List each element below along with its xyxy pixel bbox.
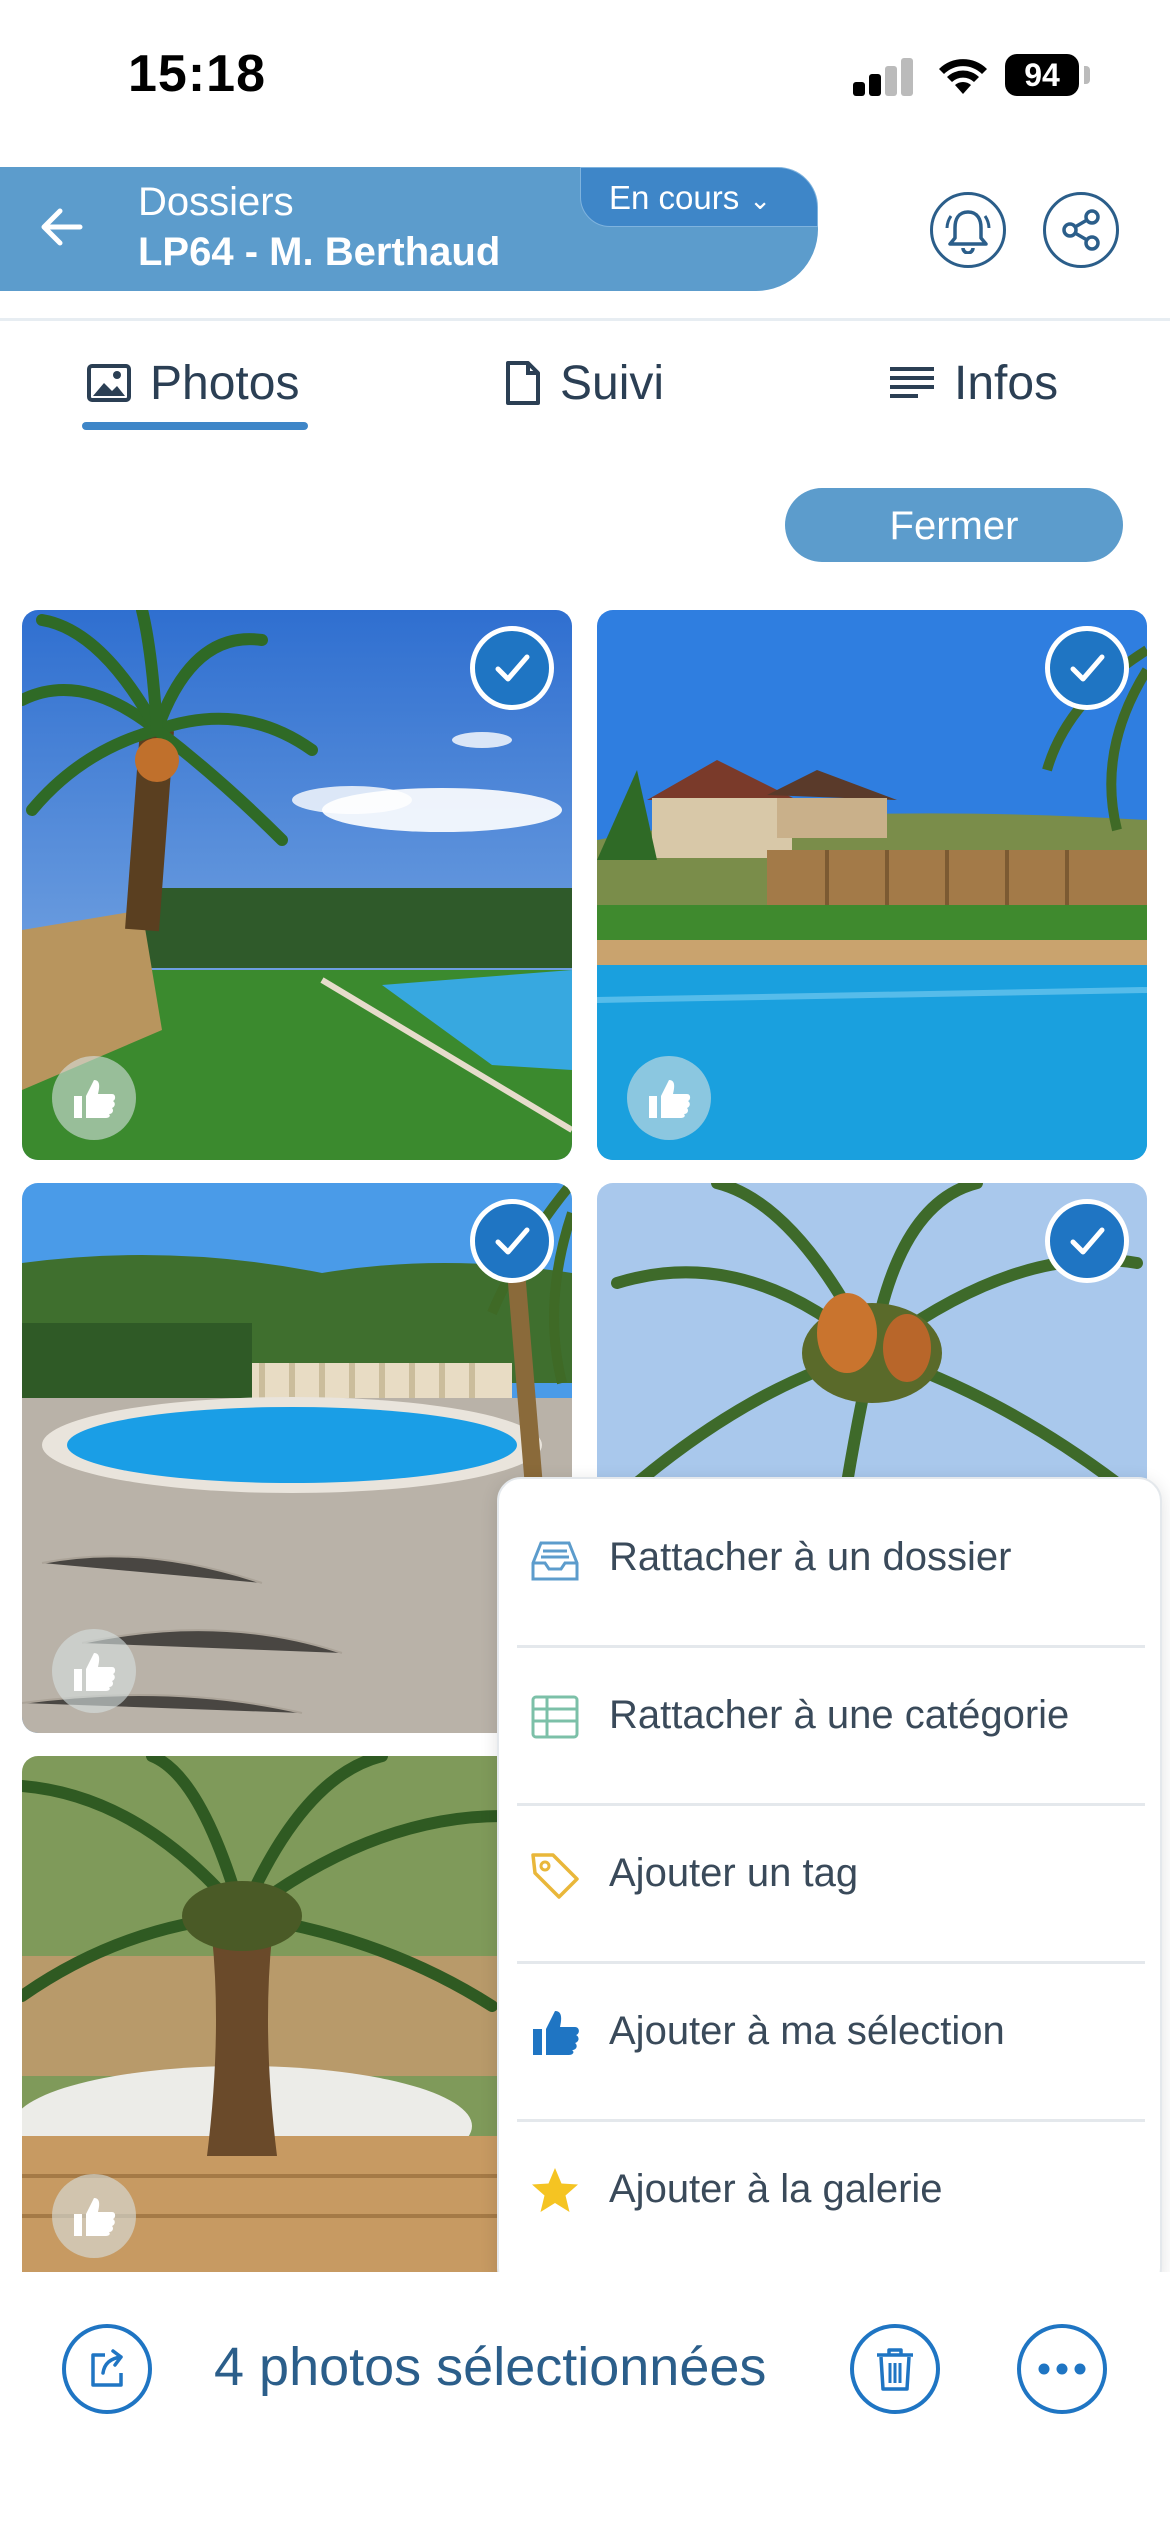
tab-infos[interactable]: Infos — [888, 348, 1058, 418]
wifi-icon — [939, 59, 987, 94]
menu-item-label: Rattacher à une catégorie — [609, 1693, 1070, 1737]
image-icon — [87, 364, 131, 402]
export-icon — [91, 2349, 123, 2387]
actions-menu: Rattacher à un dossier Rattacher à une c… — [497, 1477, 1162, 2292]
menu-item-add-tag[interactable]: Ajouter un tag — [499, 1795, 1164, 1953]
close-selection-button[interactable]: Fermer — [785, 488, 1123, 562]
thumbs-up-icon[interactable] — [52, 1629, 136, 1713]
status-bar: 15:18 94 — [0, 0, 1170, 150]
table-icon — [531, 1695, 579, 1739]
share-button[interactable] — [1043, 192, 1119, 268]
selection-count: 4 photos sélectionnées — [214, 2337, 767, 2397]
menu-item-label: Rattacher à un dossier — [609, 1535, 1012, 1579]
menu-item-add-selection[interactable]: Ajouter à ma sélection — [499, 1953, 1164, 2111]
selected-check-icon[interactable] — [470, 1199, 554, 1283]
thumbs-up-icon[interactable] — [627, 1056, 711, 1140]
bottom-action-bar — [0, 2272, 1170, 2532]
menu-item-label: Ajouter un tag — [609, 1851, 859, 1895]
thumbs-up-icon[interactable] — [52, 2174, 136, 2258]
back-arrow-icon[interactable] — [30, 195, 94, 259]
export-button[interactable] — [62, 2324, 152, 2414]
inbox-icon — [531, 1541, 579, 1581]
tag-icon — [531, 1853, 579, 1899]
cellular-signal-icon — [853, 56, 915, 96]
more-options-button[interactable] — [1017, 2324, 1107, 2414]
menu-item-attach-folder[interactable]: Rattacher à un dossier — [499, 1479, 1164, 1637]
tab-photos[interactable]: Photos — [86, 348, 299, 418]
thumbs-up-icon — [533, 2011, 579, 2055]
active-tab-indicator — [82, 422, 308, 430]
battery-tip — [1084, 66, 1090, 84]
notifications-button[interactable] — [930, 192, 1006, 268]
status-dropdown[interactable]: En cours ⌄ — [580, 167, 818, 227]
trash-icon — [877, 2348, 913, 2391]
bell-icon — [945, 210, 991, 254]
more-dots-icon — [1038, 2363, 1086, 2375]
star-icon — [532, 2168, 578, 2212]
share-icon — [1062, 209, 1100, 251]
chevron-down-icon: ⌄ — [749, 185, 772, 215]
document-icon — [506, 361, 540, 405]
selected-check-icon[interactable] — [1045, 626, 1129, 710]
photo-tile[interactable] — [22, 610, 572, 1160]
selected-check-icon[interactable] — [1045, 1199, 1129, 1283]
status-dropdown-label: En cours — [609, 179, 740, 216]
lines-icon — [890, 367, 934, 398]
tab-suivi-label: Suivi — [560, 356, 665, 410]
battery-indicator: 94 — [1005, 54, 1079, 96]
photo-tile[interactable] — [597, 1183, 1147, 1483]
breadcrumb-section[interactable]: Dossiers — [138, 180, 294, 225]
menu-item-attach-category[interactable]: Rattacher à une catégorie — [499, 1637, 1164, 1795]
status-time: 15:18 — [128, 45, 266, 103]
tab-photos-label: Photos — [150, 356, 300, 410]
delete-button[interactable] — [850, 2324, 940, 2414]
photo-tile[interactable] — [22, 1756, 502, 2272]
photo-tile[interactable] — [597, 610, 1147, 1160]
page-title: LP64 - M. Berthaud — [138, 230, 501, 274]
tab-suivi[interactable]: Suivi — [504, 348, 664, 418]
menu-item-label: Ajouter à ma sélection — [609, 2009, 1005, 2053]
tab-infos-label: Infos — [954, 356, 1059, 410]
menu-item-add-gallery[interactable]: Ajouter à la galerie — [499, 2111, 1164, 2269]
thumbs-up-icon[interactable] — [52, 1056, 136, 1140]
selected-check-icon[interactable] — [470, 626, 554, 710]
menu-item-label: Ajouter à la galerie — [609, 2167, 943, 2211]
photo-tile[interactable] — [22, 1183, 572, 1733]
header-divider — [0, 318, 1170, 321]
